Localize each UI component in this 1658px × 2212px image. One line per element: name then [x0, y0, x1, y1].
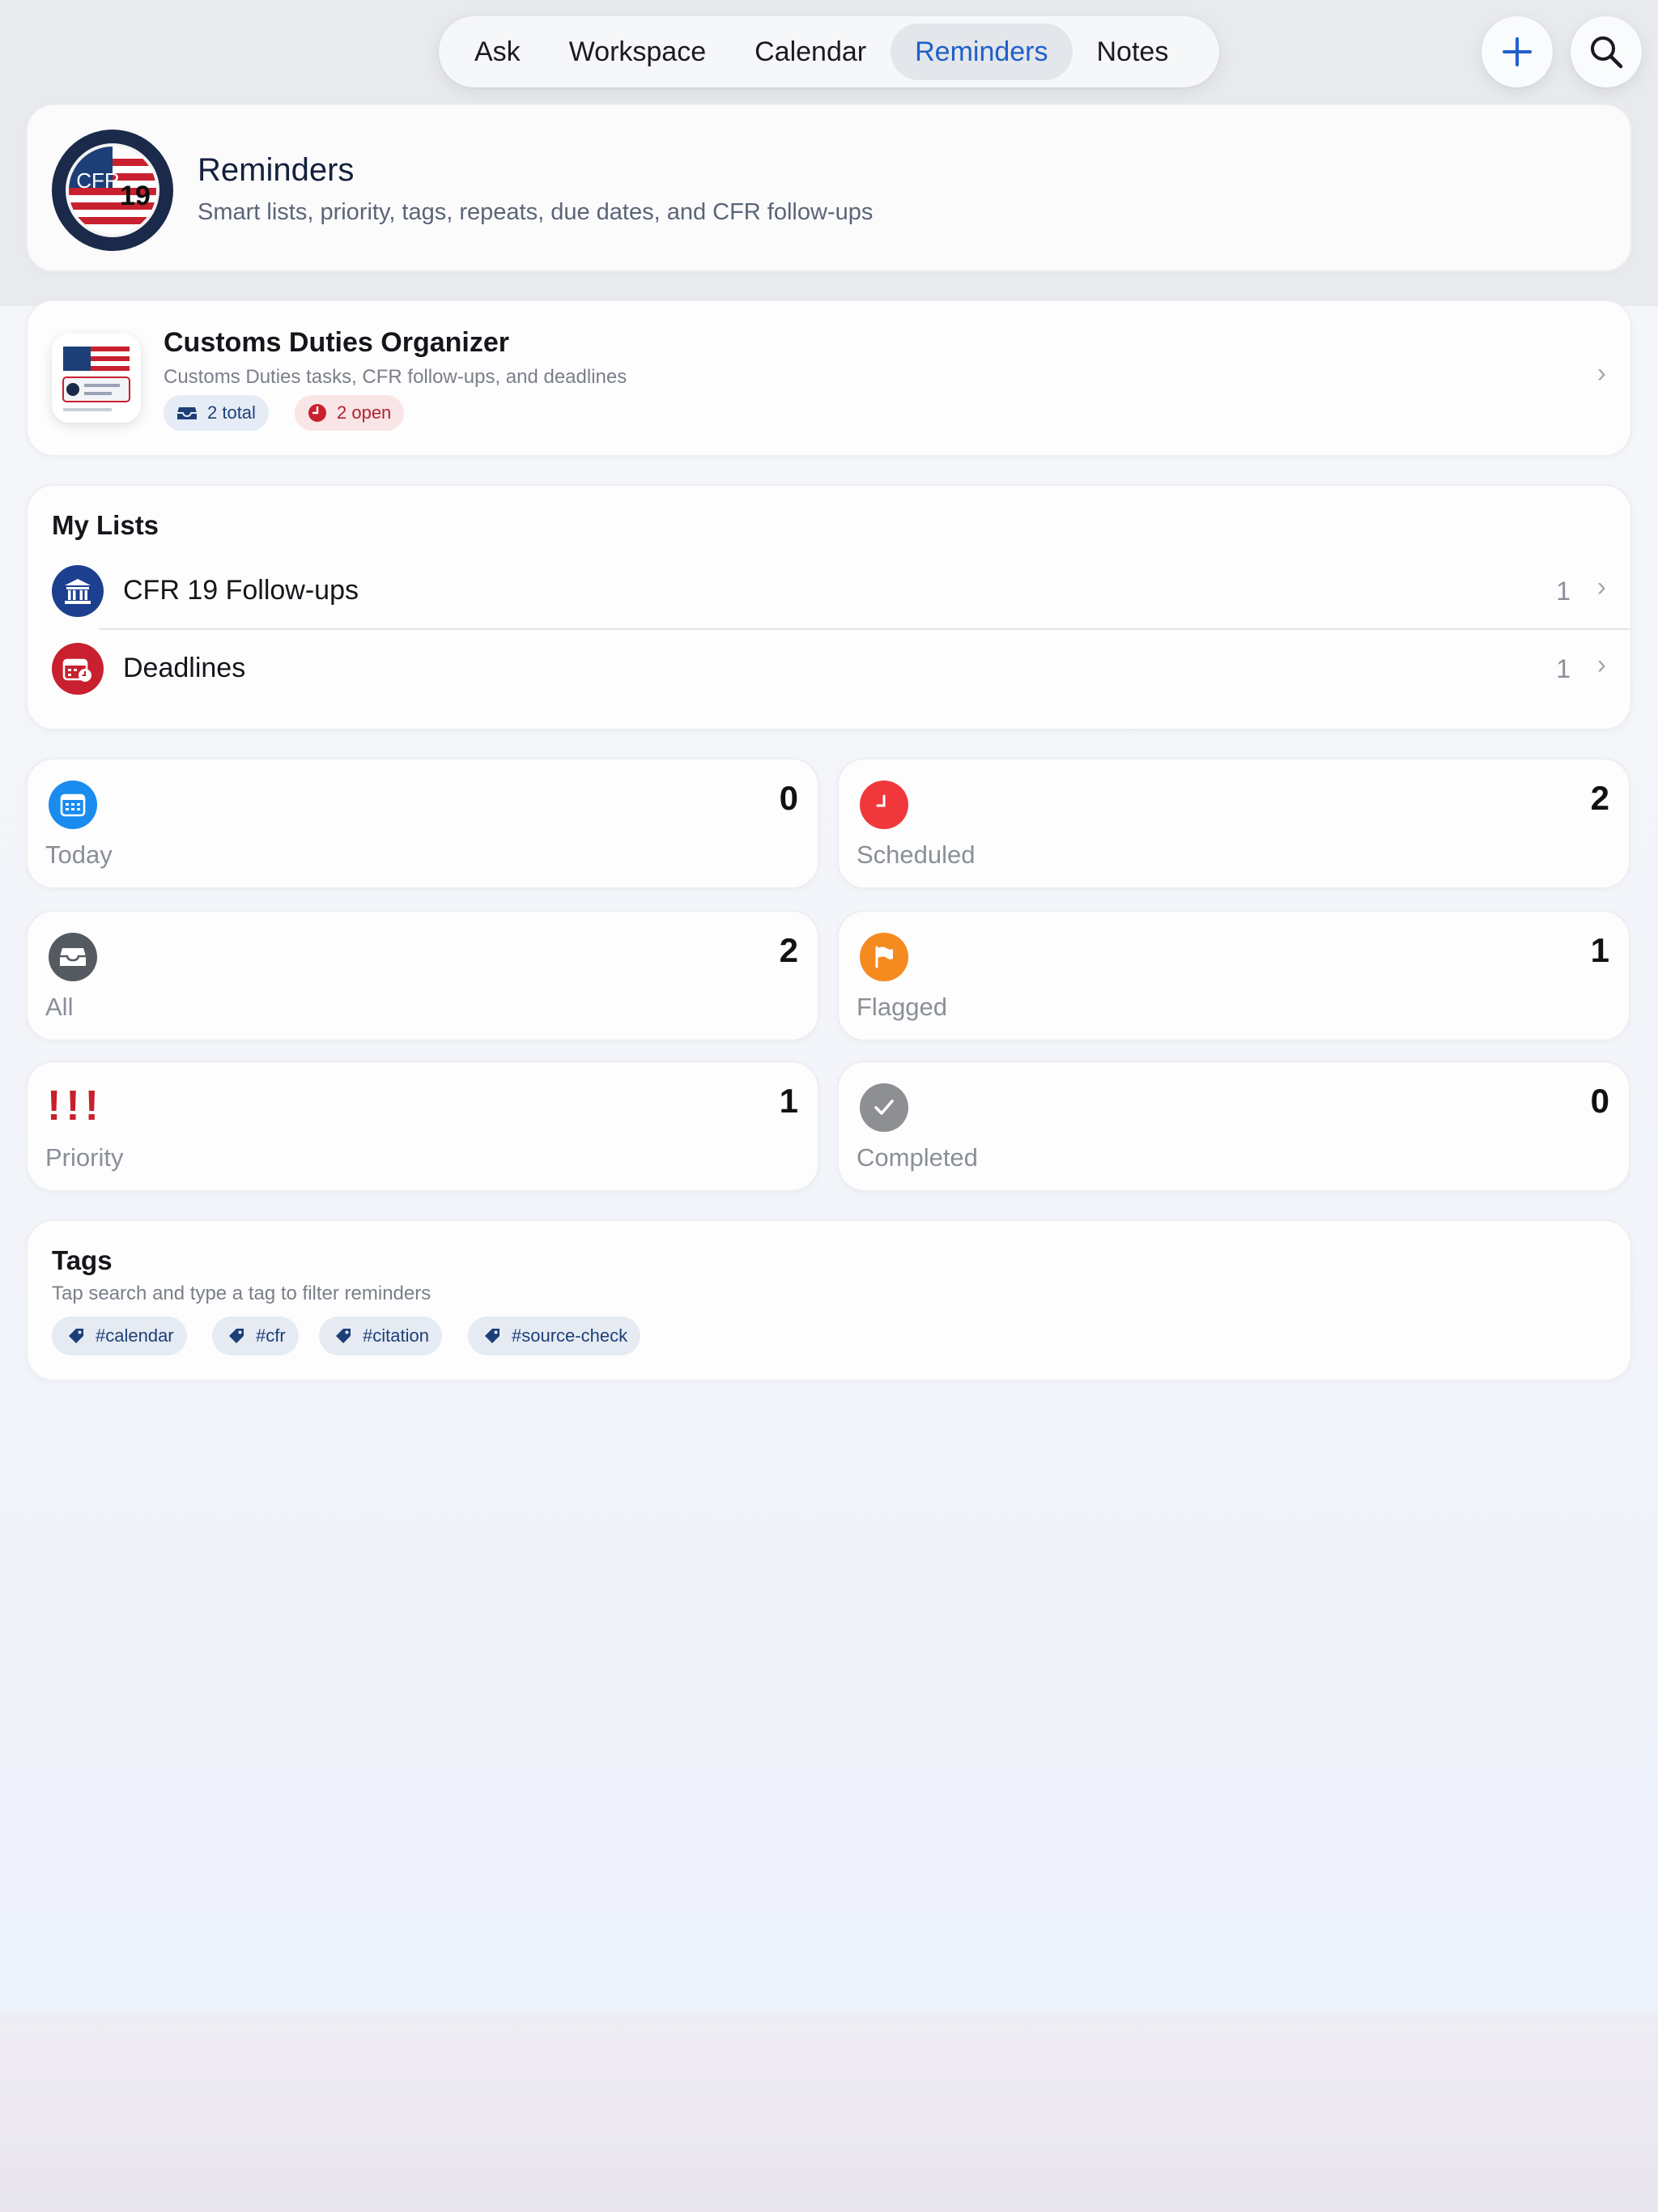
- tile-count: 1: [779, 1082, 798, 1120]
- checkmark-icon: [860, 1083, 908, 1132]
- open-badge: 2 open: [295, 395, 405, 431]
- plus-icon: [1503, 37, 1532, 66]
- bank-icon: [52, 565, 104, 617]
- smart-list-completed[interactable]: 0 Completed: [837, 1061, 1630, 1192]
- total-count: 2 total: [207, 402, 256, 423]
- tile-count: 2: [779, 931, 798, 969]
- add-button[interactable]: [1482, 16, 1553, 87]
- smart-list-today[interactable]: 0 Today: [26, 758, 819, 889]
- tile-label: Scheduled: [857, 840, 976, 869]
- search-icon: [1591, 36, 1623, 69]
- list-label: CFR 19 Follow-ups: [123, 575, 359, 606]
- clock-icon: [860, 781, 908, 829]
- page-title: Reminders: [198, 152, 355, 188]
- tray-icon: [177, 407, 197, 419]
- tile-label: Today: [45, 840, 113, 869]
- tab-notes[interactable]: Notes: [1073, 23, 1193, 80]
- chevron-right-icon: ›: [1596, 572, 1606, 602]
- tag-icon: [485, 1329, 500, 1343]
- smart-list-scheduled[interactable]: 2 Scheduled: [837, 758, 1630, 889]
- tray-icon: [49, 933, 97, 981]
- tag-label: #source-check: [512, 1325, 628, 1346]
- calendar-icon: [49, 781, 97, 829]
- footer-background: [0, 2019, 1658, 2212]
- total-badge: 2 total: [164, 395, 269, 431]
- tag-icon: [336, 1329, 351, 1343]
- tab-calendar[interactable]: Calendar: [730, 23, 891, 80]
- tag-citation[interactable]: #citation: [319, 1317, 442, 1355]
- tag-icon: [229, 1329, 244, 1343]
- tile-count: 2: [1590, 779, 1609, 817]
- page-header-card: CFR 19 Reminders Smart lists, priority, …: [26, 104, 1632, 272]
- calendar-clock-icon: [52, 643, 104, 695]
- tab-bar: Ask Workspace Calendar Reminders Notes: [439, 16, 1219, 87]
- chevron-right-icon: ›: [1596, 358, 1606, 389]
- tag-icon: [69, 1329, 83, 1343]
- list-item-deadlines[interactable]: Deadlines 1 ›: [52, 638, 1606, 701]
- organizer-thumbnail: [52, 334, 141, 423]
- tag-calendar[interactable]: #calendar: [52, 1317, 187, 1355]
- list-item-cfr-19-follow-ups[interactable]: CFR 19 Follow-ups 1 ›: [52, 560, 1606, 623]
- organizer-title: Customs Duties Organizer: [164, 327, 509, 358]
- tile-count: 0: [779, 779, 798, 817]
- tab-workspace[interactable]: Workspace: [545, 23, 730, 80]
- smart-list-flagged[interactable]: 1 Flagged: [837, 910, 1630, 1041]
- list-label: Deadlines: [123, 653, 246, 683]
- open-count: 2 open: [337, 402, 392, 423]
- search-button[interactable]: [1571, 16, 1642, 87]
- tag-label: #cfr: [256, 1325, 286, 1346]
- tag-label: #calendar: [96, 1325, 174, 1346]
- list-count: 1: [1556, 654, 1571, 683]
- smart-list-priority[interactable]: !!! 1 Priority: [26, 1061, 819, 1192]
- page-subtitle: Smart lists, priority, tags, repeats, du…: [198, 199, 874, 225]
- chevron-right-icon: ›: [1596, 649, 1606, 680]
- tab-ask[interactable]: Ask: [450, 23, 545, 80]
- cfr-seal-logo: CFR 19: [52, 130, 173, 251]
- tags-title: Tags: [52, 1245, 113, 1275]
- smart-list-all[interactable]: 2 All: [26, 910, 819, 1041]
- svg-text:19: 19: [120, 181, 151, 211]
- list-count: 1: [1556, 576, 1571, 606]
- exclamation-icon: !!!: [47, 1083, 104, 1129]
- divider: [99, 628, 1630, 630]
- clock-icon: [308, 404, 326, 422]
- tags-card: Tags Tap search and type a tag to filter…: [26, 1219, 1632, 1381]
- tile-label: All: [45, 993, 74, 1021]
- tile-count: 0: [1590, 1082, 1609, 1120]
- svg-text:CFR: CFR: [76, 168, 119, 193]
- tile-label: Priority: [45, 1143, 124, 1172]
- tile-label: Flagged: [857, 993, 948, 1021]
- tab-reminders[interactable]: Reminders: [891, 23, 1073, 80]
- tag-label: #citation: [363, 1325, 429, 1346]
- tile-label: Completed: [857, 1143, 978, 1172]
- tag-source-check[interactable]: #source-check: [468, 1317, 641, 1355]
- my-lists-title: My Lists: [52, 510, 159, 540]
- tag-cfr[interactable]: #cfr: [212, 1317, 299, 1355]
- tile-count: 1: [1590, 931, 1609, 969]
- organizer-card[interactable]: Customs Duties Organizer Customs Duties …: [26, 300, 1632, 457]
- my-lists-card: My Lists CFR 19 Follow-ups 1 › Deadlines…: [26, 484, 1632, 730]
- organizer-subtitle: Customs Duties tasks, CFR follow-ups, an…: [164, 366, 627, 388]
- flag-icon: [860, 933, 908, 981]
- tags-hint: Tap search and type a tag to filter remi…: [52, 1283, 432, 1304]
